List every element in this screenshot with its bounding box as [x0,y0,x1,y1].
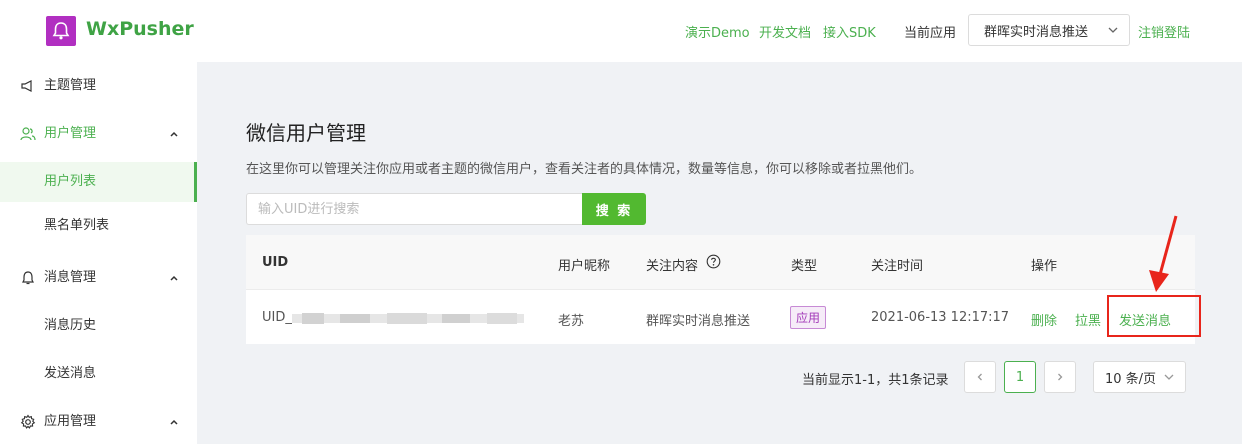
users-icon [20,126,36,142]
cell-content: 群晖实时消息推送 [646,314,751,329]
sidebar-item-label: 主题管理 [44,78,97,93]
chevron-left-icon [977,373,982,381]
table-header: UID 用户昵称 关注内容 类型 关注时间 操作 [246,235,1195,290]
chevron-down-icon [1107,23,1119,41]
page-button-current[interactable]: 1 [1004,361,1036,393]
table-row: UID_ 老苏 群晖实时消息推送 应用 2021-06-13 12:17:17 … [246,290,1201,344]
app-name: WxPusher [86,18,194,40]
sidebar-item-topic-manage[interactable]: 主题管理 [0,62,197,110]
page-size-value: 10 条/页 [1105,371,1157,387]
delete-link[interactable]: 删除 [1031,310,1057,329]
sidebar-item-label: 用户管理 [44,126,97,141]
sidebar-item-send-message[interactable]: 发送消息 [0,354,197,394]
chevron-up-icon [169,416,179,426]
cell-uid: UID_ [262,310,292,325]
nav-docs-link[interactable]: 开发文档 [759,22,811,41]
chevron-right-icon [1058,373,1063,381]
nav-sdk-link[interactable]: 接入SDK [823,22,876,41]
page-title: 微信用户管理 [246,121,366,145]
sidebar: 主题管理 用户管理 用户列表 黑名单列表 消息管理 消息历史 发送消息 应用管理 [0,62,197,444]
current-app-label: 当前应用 [904,26,957,41]
sidebar-item-label: 应用管理 [44,414,97,429]
block-link[interactable]: 拉黑 [1075,310,1101,329]
uid-search-input[interactable] [246,193,582,225]
sidebar-item-label: 消息历史 [44,318,97,333]
top-header: WxPusher 演示Demo 开发文档 接入SDK 当前应用 群晖实时消息推送… [0,0,1242,62]
sidebar-item-app-manage[interactable]: 应用管理 [0,398,197,444]
megaphone-icon [20,78,36,94]
users-table: UID 用户昵称 关注内容 类型 关注时间 操作 UID_ 老苏 群晖实时消息推… [246,235,1201,344]
gear-icon [20,414,36,430]
page-size-select[interactable]: 10 条/页 [1093,361,1186,393]
current-app-select[interactable]: 群晖实时消息推送 [968,14,1130,46]
next-page-button[interactable] [1044,361,1076,393]
prev-page-button[interactable] [964,361,996,393]
help-circle-icon[interactable] [706,254,721,273]
sidebar-item-message-history[interactable]: 消息历史 [0,306,197,346]
chevron-up-icon [169,128,179,138]
sidebar-item-blacklist[interactable]: 黑名单列表 [0,206,197,246]
sidebar-item-label: 发送消息 [44,366,97,381]
sidebar-item-message-manage[interactable]: 消息管理 [0,254,197,302]
column-header-type: 类型 [791,259,818,274]
column-header-uid: UID [262,255,289,270]
type-badge: 应用 [790,306,827,329]
pagination-summary: 当前显示1-1，共1条记录 [802,373,949,388]
column-header-time: 关注时间 [871,259,924,274]
column-header-nickname: 用户昵称 [558,259,611,274]
search-button[interactable]: 搜 索 [582,193,646,225]
cell-time: 2021-06-13 12:17:17 [871,310,1010,325]
column-header-content: 关注内容 [646,259,699,274]
nav-demo-link[interactable]: 演示Demo [685,22,750,41]
logout-link[interactable]: 注销登陆 [1138,22,1190,41]
sidebar-item-label: 消息管理 [44,270,97,285]
current-app-value: 群晖实时消息推送 [984,24,1089,40]
redacted-uid-blur [292,313,524,324]
sidebar-item-label: 黑名单列表 [44,218,110,233]
sidebar-item-user-list[interactable]: 用户列表 [0,162,197,202]
send-message-link[interactable]: 发送消息 [1119,310,1171,329]
bell-logo-icon [46,16,76,46]
sidebar-item-label: 用户列表 [44,174,97,189]
main-content: 微信用户管理 在这里你可以管理关注你应用或者主题的微信用户，查看关注者的具体情况… [197,62,1242,444]
sidebar-item-user-manage[interactable]: 用户管理 [0,110,197,158]
chevron-down-icon [1163,370,1175,388]
page-description: 在这里你可以管理关注你应用或者主题的微信用户，查看关注者的具体情况，数量等信息，… [246,162,923,177]
cell-nickname: 老苏 [558,314,585,329]
chevron-up-icon [169,272,179,282]
annotation-arrow [1149,215,1178,292]
bell-icon [20,270,36,286]
column-header-actions: 操作 [1031,259,1058,274]
